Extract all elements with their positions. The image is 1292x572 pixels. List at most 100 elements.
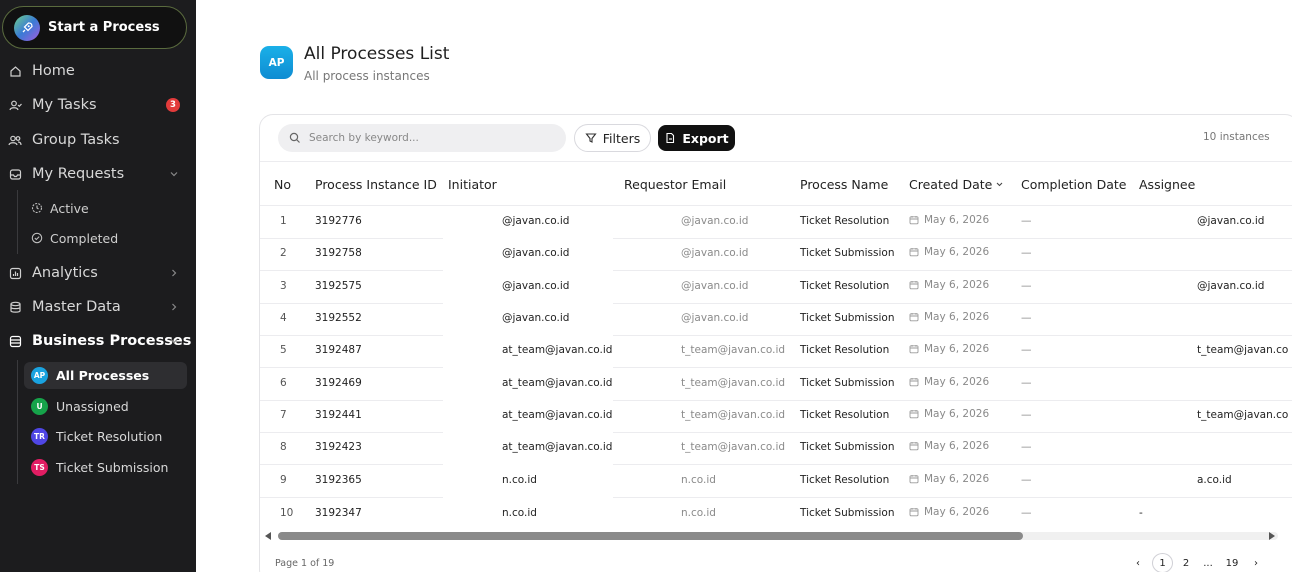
created-date-text: May 6, 2026 [924,473,990,485]
page-button-1[interactable]: 1 [1152,553,1173,572]
cell-process-instance-id[interactable]: 3192469 [315,377,362,389]
calendar-icon [909,312,919,322]
table-row[interactable]: 9 3192365 n.co.id n.co.id Ticket Resolution M… [260,465,1292,497]
cell-initiator: @javan.co.id [502,215,570,227]
calendar-icon [909,409,919,419]
table-row[interactable]: 5 3192487 at_team@javan.co.id t_team@javan.… [260,335,1292,367]
col-created-date[interactable]: Created Date [909,177,1004,192]
cell-process-instance-id[interactable]: 3192423 [315,441,362,453]
cell-initiator: at_team@javan.co.id [502,377,613,389]
bp-ticket-resolution[interactable]: TR Ticket Resolution [24,423,187,450]
cell-assignee: - [1139,507,1143,519]
bp-chip: U [31,398,48,415]
start-process-button[interactable]: Start a Process [2,6,187,49]
cell-process-instance-id[interactable]: 3192487 [315,344,362,356]
next-page-button[interactable]: › [1250,553,1262,572]
horizontal-scrollbar[interactable] [260,529,1292,543]
col-completion-date[interactable]: Completion Date [1021,177,1126,192]
created-date-text: May 6, 2026 [924,311,990,323]
cell-no: 2 [280,247,287,259]
chevron-down-icon [170,339,178,344]
nav-completed-label: Completed [50,230,119,246]
rocket-icon [14,14,40,41]
bp-all-processes[interactable]: AP All Processes [24,362,187,389]
nav-my-tasks[interactable]: My Tasks 3 [0,92,196,118]
table-row[interactable]: 6 3192469 at_team@javan.co.id t_team@javan.… [260,368,1292,400]
scroll-right-arrow[interactable] [1269,532,1275,540]
nav-analytics[interactable]: Analytics [0,260,196,286]
file-export-icon [666,132,675,144]
my-tasks-badge: 3 [166,98,180,112]
scroll-left-arrow[interactable] [265,532,271,540]
export-button[interactable]: Export [658,125,735,151]
search-box[interactable] [278,124,566,152]
cell-process-instance-id[interactable]: 3192776 [315,215,362,227]
created-date-text: May 6, 2026 [924,440,990,452]
page-subtitle: All process instances [304,69,430,83]
process-tile: AP [260,46,293,79]
filters-button[interactable]: Filters [574,124,651,152]
table-row[interactable]: 7 3192441 at_team@javan.co.id t_team@javan.… [260,400,1292,432]
col-initiator[interactable]: Initiator [448,177,497,192]
instance-count: 10 instances [1203,131,1270,143]
calendar-icon [909,377,919,387]
page-button-19[interactable]: 19 [1224,553,1240,572]
nav-completed[interactable]: Completed [31,228,118,248]
col-no[interactable]: No [274,177,291,192]
cell-created-date: May 6, 2026 [909,440,989,452]
cell-process-instance-id[interactable]: 3192575 [315,280,362,292]
cell-process-instance-id[interactable]: 3192552 [315,312,362,324]
prev-page-button[interactable]: ‹ [1132,553,1144,572]
nav-my-requests[interactable]: My Requests [0,161,196,187]
start-process-label: Start a Process [48,20,160,35]
cell-requestor-email: @javan.co.id [681,215,749,227]
cell-initiator: at_team@javan.co.id [502,441,613,453]
col-process-instance-id[interactable]: Process Instance ID [315,177,437,192]
table-row[interactable]: 8 3192423 at_team@javan.co.id t_team@javan.… [260,432,1292,464]
calendar-icon [909,441,919,451]
page-ellipsis: ... [1203,557,1213,569]
cell-no: 9 [280,474,287,486]
table-row[interactable]: 4 3192552 @javan.co.id @javan.co.id Ticket S… [260,303,1292,335]
col-process-name[interactable]: Process Name [800,177,888,192]
cell-process-name: Ticket Resolution [800,409,890,421]
processes-card: Filters Export 10 instances No Process I… [259,114,1292,572]
col-assignee[interactable]: Assignee [1139,177,1195,192]
nav-active-label: Active [50,200,89,216]
nav-active[interactable]: Active [31,198,89,218]
table-row[interactable]: 1 3192776 @javan.co.id @javan.co.id Ticket R… [260,206,1292,238]
cell-process-name: Ticket Submission [800,312,895,324]
cell-created-date: May 6, 2026 [909,408,989,420]
nav-business-processes[interactable]: Business Processes [0,328,196,354]
search-input[interactable] [309,132,549,144]
table-header: No Process Instance ID Initiator Request… [260,161,1292,206]
cell-requestor-email: n.co.id [681,474,716,486]
scroll-thumb[interactable] [278,532,1023,540]
cell-process-instance-id[interactable]: 3192365 [315,474,362,486]
cell-created-date: May 6, 2026 [909,311,989,323]
home-icon [8,64,22,78]
nav-master-data[interactable]: Master Data [0,294,196,320]
table-row[interactable]: 2 3192758 @javan.co.id @javan.co.id Ticket S… [260,238,1292,270]
nav-group-tasks[interactable]: Group Tasks [0,127,196,153]
page-button-2[interactable]: 2 [1180,553,1192,572]
cell-process-instance-id[interactable]: 3192441 [315,409,362,421]
cell-process-instance-id[interactable]: 3192758 [315,247,362,259]
cell-no: 7 [280,409,287,421]
nav-home[interactable]: Home [0,58,196,84]
cell-requestor-email: @javan.co.id [681,280,749,292]
cell-created-date: May 6, 2026 [909,343,989,355]
bp-unassigned[interactable]: U Unassigned [24,393,187,420]
cell-requestor-email: t_team@javan.co.id [681,344,786,356]
cell-created-date: May 6, 2026 [909,279,989,291]
users-icon [8,133,22,147]
chevron-down-icon [170,172,178,177]
cell-initiator: at_team@javan.co.id [502,344,613,356]
table-row[interactable]: 3 3192575 @javan.co.id @javan.co.id Ticket R… [260,271,1292,303]
bp-ticket-submission[interactable]: TS Ticket Submission [24,454,187,481]
table-row[interactable]: 10 3192347 n.co.id n.co.id Ticket Submission… [260,498,1292,530]
calendar-icon [909,280,919,290]
cell-process-instance-id[interactable]: 3192347 [315,507,362,519]
nav-master-data-label: Master Data [32,299,121,315]
col-requestor-email[interactable]: Requestor Email [624,177,726,192]
